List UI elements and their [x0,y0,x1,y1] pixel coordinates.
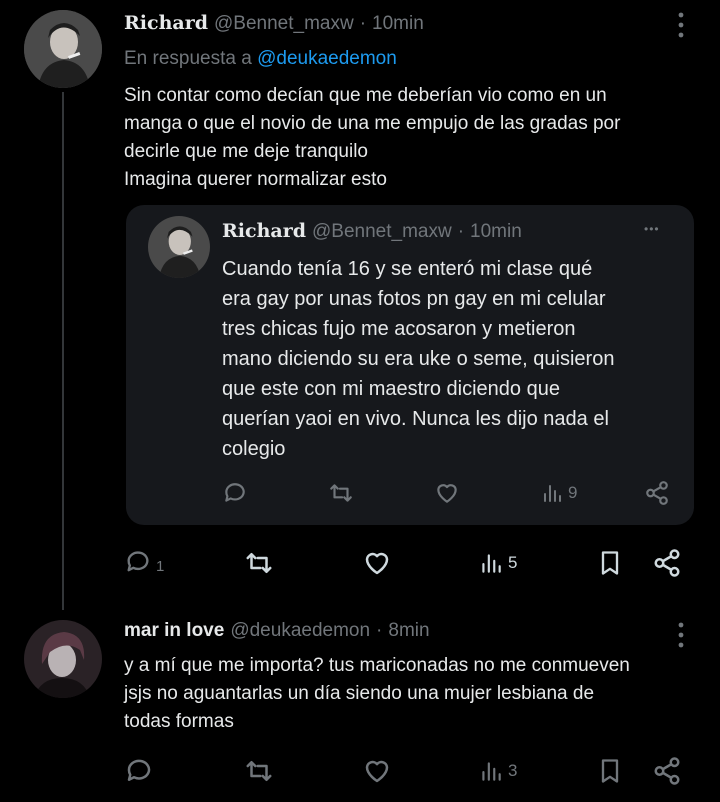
retweet-icon[interactable] [244,548,274,578]
like-icon[interactable] [434,480,460,506]
reply-icon[interactable] [124,756,154,786]
share-icon[interactable] [644,480,670,506]
share-icon[interactable] [652,756,682,786]
views-button[interactable]: 9 [540,480,577,506]
views-icon [478,548,504,578]
views-count: 9 [568,483,578,502]
avatar-image [24,620,102,698]
avatar[interactable] [24,10,102,88]
views-icon [540,480,564,506]
tweet-action-bar: 3 [124,756,684,788]
reply-to-link[interactable]: @deukaedemon [257,48,397,69]
user-handle[interactable]: @deukaedemon [230,620,370,642]
quoted-action-bar: 9 [222,480,672,508]
retweet-icon[interactable] [244,756,274,786]
like-icon[interactable] [362,548,392,578]
like-icon[interactable] [362,756,392,786]
reply-icon[interactable] [222,480,248,506]
reply-prefix: En respuesta a [124,48,252,69]
tweet-text: y a mí que me importa? tus mariconadas n… [124,655,630,732]
user-handle[interactable]: @Bennet_maxw [214,13,354,35]
tweet-text: Sin contar como decían que me deberían v… [124,85,621,190]
reply-context: En respuesta a @deukaedemon [124,48,397,70]
display-name[interactable]: mar in love [124,620,224,642]
quoted-avatar-image [148,216,210,278]
separator-dot: · [359,13,367,34]
views-count: 5 [508,553,518,572]
bookmark-icon[interactable] [596,756,624,786]
more-vertical-icon[interactable] [672,620,690,650]
avatar-image [24,10,102,88]
views-button[interactable]: 5 [478,548,517,578]
thread-connector-line [62,92,64,610]
quoted-tweet-time[interactable]: 10min [470,221,522,243]
separator-dot: · [376,620,383,641]
quoted-separator-dot: · [457,221,465,242]
bookmark-icon[interactable] [596,548,624,578]
retweet-icon[interactable] [328,480,354,506]
avatar[interactable] [24,620,102,698]
views-icon [478,756,504,786]
reply-icon [124,548,152,576]
more-vertical-icon[interactable] [672,10,690,40]
reply-button[interactable]: 1 [124,548,164,576]
tweet-action-bar: 1 5 [124,548,684,580]
tweet-time[interactable]: 8min [388,620,429,642]
more-horizontal-icon[interactable]: ••• [644,222,660,236]
display-name[interactable]: Richard [124,12,208,34]
quoted-tweet-text: Cuando tenía 16 y se enteró mi clase qué… [222,258,615,460]
quoted-user-handle[interactable]: @Bennet_maxw [312,221,452,243]
reply-count: 1 [156,557,165,575]
views-button[interactable]: 3 [478,756,517,786]
quoted-display-name[interactable]: Richard [222,220,306,242]
share-icon[interactable] [652,548,682,578]
views-count: 3 [508,761,518,780]
tweet-time[interactable]: 10min [372,13,424,35]
quoted-avatar[interactable] [148,216,210,278]
